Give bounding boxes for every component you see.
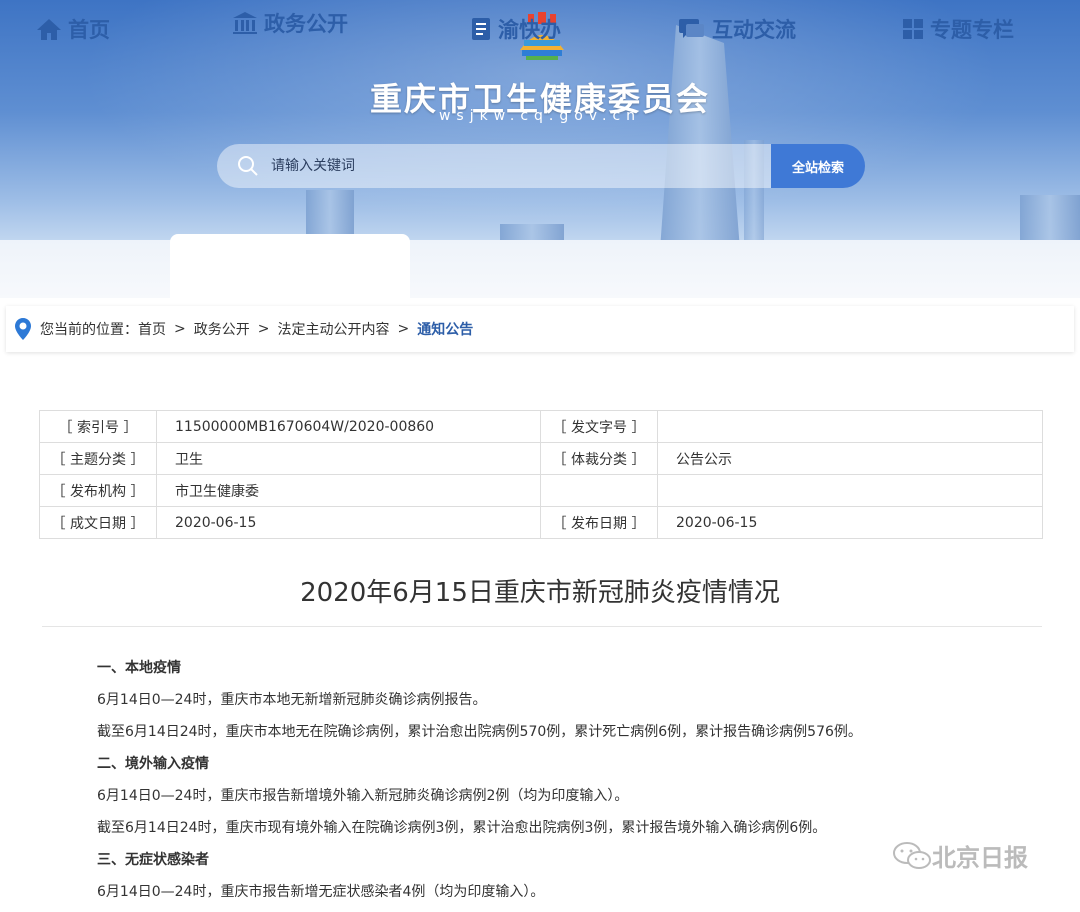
nav-item-home[interactable]: 首页 <box>36 0 110 58</box>
breadcrumb-separator: > <box>397 321 410 337</box>
search-icon <box>238 156 258 176</box>
meta-value: 市卫生健康委 <box>156 474 541 507</box>
site-url: wsjkw.cq.gov.cn <box>438 108 642 124</box>
table-row: ［ 成文日期 ］ 2020-06-15 ［ 发布日期 ］ 2020-06-15 <box>39 506 1043 539</box>
search-button[interactable]: 全站检索 <box>771 144 865 188</box>
breadcrumb-prefix: 您当前的位置： <box>40 322 138 338</box>
table-row: ［ 主题分类 ］ 卫生 ［ 体裁分类 ］ 公告公示 <box>39 442 1043 475</box>
title-divider <box>42 626 1042 627</box>
section-heading-asymptomatic: 三、无症状感染者 <box>97 852 209 868</box>
section-heading-imported: 二、境外输入疫情 <box>97 756 209 772</box>
paragraph: 截至6月14日24时，重庆市现有境外输入在院确诊病例3例，累计治愈出院病例3例，… <box>97 820 827 836</box>
breadcrumb-separator: > <box>174 321 186 337</box>
paragraph: 6月14日0—24时，重庆市报告新增境外输入新冠肺炎确诊病例2例（均为印度输入）… <box>97 788 629 804</box>
watermark-text: 北京日报 <box>932 844 1028 872</box>
document-meta-table: ［ 索引号 ］ 11500000MB1670604W/2020-00860 ［ … <box>39 410 1043 539</box>
nav-item-label: 政务公开 <box>264 12 348 36</box>
wechat-icon <box>893 841 931 869</box>
document-list-icon <box>472 18 490 40</box>
grid-icon <box>903 19 923 39</box>
breadcrumb-link-statutory-content[interactable]: 法定主动公开内容 <box>277 319 389 339</box>
meta-value: 卫生 <box>156 442 541 475</box>
article-title: 2020年6月15日重庆市新冠肺炎疫情情况 <box>300 578 780 608</box>
nav-item-label: 渝快办 <box>498 18 561 42</box>
paragraph: 截至6月14日24时，重庆市本地无在院确诊病例，累计治愈出院病例570例，累计死… <box>97 724 862 740</box>
meta-key: ［ 体裁分类 ］ <box>540 442 658 475</box>
breadcrumb-separator: > <box>257 321 270 337</box>
paragraph: 6月14日0—24时，重庆市报告新增无症状感染者4例（均为印度输入）。 <box>97 884 545 900</box>
meta-key: ［ 发布机构 ］ <box>39 474 157 507</box>
meta-key: ［ 发文字号 ］ <box>540 410 658 443</box>
nav-item-special-topics[interactable]: 专题专栏 <box>902 0 1014 58</box>
meta-value <box>657 474 1043 507</box>
table-row: ［ 发布机构 ］ 市卫生健康委 <box>39 474 1043 507</box>
nav-item-label: 互动交流 <box>712 18 796 42</box>
meta-key: ［ 成文日期 ］ <box>39 506 157 539</box>
location-pin-icon <box>15 318 31 340</box>
meta-key <box>540 474 658 507</box>
breadcrumb-link-government-affairs[interactable]: 政务公开 <box>194 319 250 339</box>
nav-item-interaction[interactable]: 互动交流 <box>678 0 796 58</box>
table-row: ［ 索引号 ］ 11500000MB1670604W/2020-00860 ［ … <box>39 410 1043 443</box>
main-nav <box>0 240 1080 298</box>
meta-value <box>657 410 1043 443</box>
meta-value: 11500000MB1670604W/2020-00860 <box>156 410 541 443</box>
meta-key: ［ 索引号 ］ <box>39 410 157 443</box>
meta-key: ［ 主题分类 ］ <box>39 442 157 475</box>
chat-icon <box>679 19 704 38</box>
nav-item-government-affairs[interactable]: 政务公开 <box>232 0 348 52</box>
article-body: 一、本地疫情 6月14日0—24时，重庆市本地无新增新冠肺炎确诊病例报告。 截至… <box>97 656 997 912</box>
watermark: 北京日报 <box>892 838 1028 873</box>
breadcrumb-current[interactable]: 通知公告 <box>417 319 473 339</box>
meta-value: 2020-06-15 <box>156 506 541 539</box>
nav-item-label: 首页 <box>68 18 110 42</box>
section-heading-local: 一、本地疫情 <box>97 660 181 676</box>
government-building-icon <box>233 12 257 34</box>
paragraph: 6月14日0—24时，重庆市本地无新增新冠肺炎确诊病例报告。 <box>97 692 487 708</box>
nav-item-yukuaiban[interactable]: 渝快办 <box>470 0 561 58</box>
breadcrumb-link-home[interactable]: 首页 <box>138 319 166 339</box>
meta-value: 公告公示 <box>657 442 1043 475</box>
meta-key: ［ 发布日期 ］ <box>540 506 658 539</box>
search-bar <box>217 144 771 188</box>
breadcrumb: 您当前的位置： 首页 > 政务公开 > 法定主动公开内容 > 通知公告 <box>6 306 1074 352</box>
home-icon <box>37 19 61 40</box>
nav-active-tab-bg <box>170 234 410 298</box>
meta-value: 2020-06-15 <box>657 506 1043 539</box>
search-input[interactable] <box>269 157 753 175</box>
nav-item-label: 专题专栏 <box>930 18 1014 42</box>
